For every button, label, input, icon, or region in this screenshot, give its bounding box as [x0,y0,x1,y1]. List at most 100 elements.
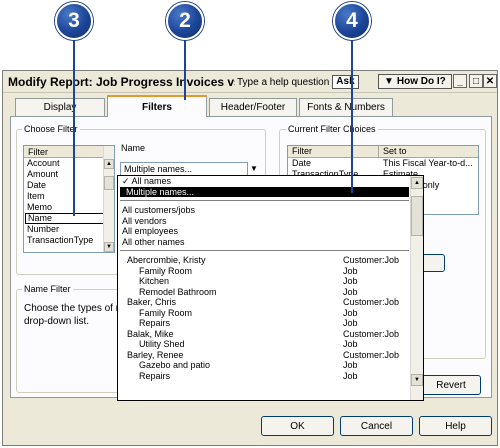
how-do-i-button[interactable]: ▼ How Do I? [378,74,452,89]
type-cell: Job [343,339,358,349]
filter-item-date[interactable]: Date [24,180,114,191]
window-title: Modify Report: Job Progress Invoices vs.… [8,75,256,89]
dropdown-divider [120,197,409,201]
list-item[interactable]: Gazebo and patio Job [118,360,423,371]
name-cell: Balak, Mike [127,328,174,339]
title-bar: Modify Report: Job Progress Invoices vs.… [3,71,497,93]
type-cell: Job [343,360,358,370]
minimize-button[interactable]: _ [453,74,467,88]
name-cell: Family Room [139,307,193,318]
current-filters-header: Filter Set to [288,146,478,158]
dropdown-divider [120,247,409,251]
tab-filters[interactable]: Filters [107,95,207,117]
scroll-down-icon[interactable]: ▼ [411,374,423,386]
filter-item-transactiontype[interactable]: TransactionType [24,235,114,246]
list-item[interactable]: Repairs Job [118,318,423,329]
type-cell: Job [343,286,358,297]
type-cell: Job [343,307,358,318]
callout-2-badge: 2 [166,2,204,40]
maximize-button[interactable]: □ [469,74,483,88]
cancel-button[interactable]: Cancel [340,416,413,436]
type-cell: Job [343,276,358,286]
filter-list[interactable]: Filter Account Amount Date Item Memo Nam… [23,145,115,253]
help-button[interactable]: Help [419,416,492,436]
filter-list-scrollbar[interactable]: ▲ ▼ [103,146,114,252]
type-cell: Customer:Job [343,297,400,307]
dropdown-scrollbar[interactable]: ▲ ▼ [410,176,423,400]
name-filter-label: Name Filter [22,284,73,294]
type-cell: Job [343,370,358,381]
list-item[interactable]: Family Room Job [118,308,423,319]
dropdown-item-all-other-names[interactable]: All other names [118,237,423,248]
list-item[interactable]: Repairs Job [118,371,423,382]
ask-button[interactable]: Ask [332,75,359,89]
dropdown-item-multiple-names[interactable]: Multiple names... [120,186,409,197]
type-cell: Customer:Job [343,255,400,265]
dropdown-item-all-names[interactable]: ✓ All names [118,176,423,187]
callout-4-badge: 4 [333,2,371,40]
tab-fonts-numbers[interactable]: Fonts & Numbers [299,98,393,116]
help-question-area: Type a help question Ask [235,74,359,90]
filter-item-item[interactable]: Item [24,191,114,202]
dropdown-item-all-employees[interactable]: All employees [118,226,423,237]
name-cell: Utility Shed [139,339,185,349]
tab-display[interactable]: Display [15,98,105,116]
scroll-thumb[interactable] [104,176,114,190]
name-cell: Family Room [139,265,193,276]
name-cell: Barley, Renee [127,349,184,360]
name-cell: Remodel Bathroom [139,286,217,297]
list-item[interactable]: Barley, Renee Customer:Job [118,350,423,361]
scroll-up-icon[interactable]: ▲ [411,177,423,189]
chevron-down-icon[interactable]: ▼ [250,164,258,173]
filter-item-memo[interactable]: Memo [24,202,114,213]
help-question-input[interactable]: Type a help question [237,77,329,88]
filter-item-number[interactable]: Number [24,224,114,235]
col-filter: Filter [288,146,380,157]
name-field-label: Name [119,143,148,153]
type-cell: Job [343,318,358,328]
list-item[interactable]: Balak, Mike Customer:Job [118,329,423,340]
type-cell: Job [343,265,358,276]
callout-line-3 [73,38,75,216]
name-cell: Baker, Chris [127,297,177,307]
revert-button[interactable]: Revert [421,375,481,395]
list-item[interactable]: Utility Shed Job [118,339,423,350]
name-filter-combo[interactable]: Multiple names... [120,162,248,176]
name-cell: Repairs [139,318,171,328]
name-dropdown-list[interactable]: ✓ All names Multiple names... All custom… [117,175,424,401]
callout-line-4 [351,38,353,193]
tab-header-footer[interactable]: Header/Footer [209,98,297,116]
table-row[interactable]: Date This Fiscal Year-to-d... [288,158,478,169]
col-set-to: Set to [383,146,407,156]
list-item[interactable]: Family Room Job [118,266,423,277]
filter-list-header: Filter [24,146,114,158]
name-cell: Repairs [139,370,171,381]
list-item[interactable]: Remodel Bathroom Job [118,287,423,298]
choose-filter-label: Choose Filter [22,124,80,134]
callout-line-2 [184,38,186,100]
list-item[interactable]: Abercrombie, Kristy Customer:Job [118,255,423,266]
filter-item-amount[interactable]: Amount [24,169,114,180]
filter-cell: Date [292,158,312,168]
name-cell: Abercrombie, Kristy [127,255,206,265]
name-filter-help-text: Choose the types of n [22,303,124,314]
scroll-down-icon[interactable]: ▼ [104,242,114,252]
callout-3-badge: 3 [55,2,93,40]
filter-item-name[interactable]: Name [25,213,113,224]
how-do-i-label: How Do I? [396,76,446,87]
name-cell: Gazebo and patio [139,360,211,370]
name-filter-help-text-2: drop-down list. [22,316,92,327]
scroll-thumb[interactable] [411,196,423,236]
list-item[interactable]: Baker, Chris Customer:Job [118,297,423,308]
dropdown-item-all-vendors[interactable]: All vendors [118,216,423,227]
chevron-down-icon: ▼ [384,76,394,87]
list-item[interactable]: Kitchen Job [118,276,423,287]
dropdown-item-all-customers[interactable]: All customers/jobs [118,205,423,216]
type-cell: Customer:Job [343,328,400,339]
ok-button[interactable]: OK [261,416,334,436]
type-cell: Customer:Job [343,349,400,360]
filter-item-account[interactable]: Account [24,158,114,169]
set-to-cell: This Fiscal Year-to-d... [383,158,473,168]
scroll-up-icon[interactable]: ▲ [104,159,114,169]
close-button[interactable]: ✕ [483,74,497,88]
